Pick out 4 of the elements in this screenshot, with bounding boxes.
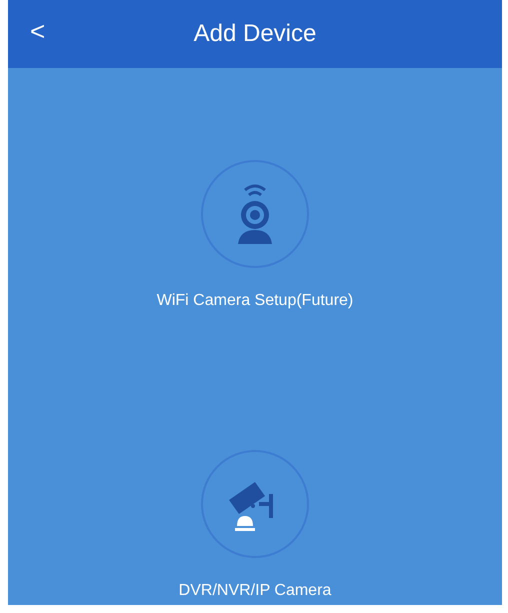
page-title: Add Device xyxy=(194,20,316,48)
device-option-label: WiFi Camera Setup(Future) xyxy=(156,292,354,310)
device-option-label: DVR/NVR/IP Camera xyxy=(178,582,332,600)
back-button[interactable]: < xyxy=(30,16,46,47)
